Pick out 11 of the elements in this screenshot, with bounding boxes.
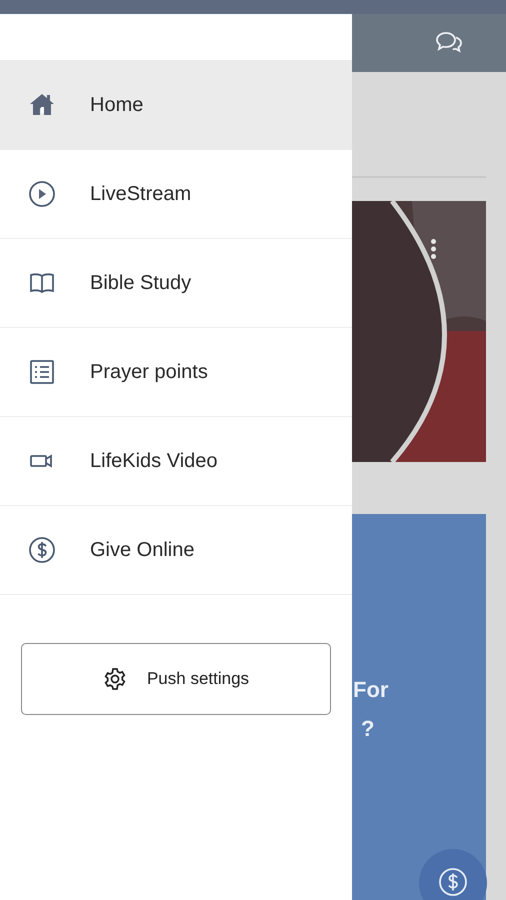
menu-item[interactable]: Home bbox=[0, 60, 352, 149]
banner-text: ? bbox=[361, 715, 376, 743]
play-icon bbox=[28, 180, 56, 208]
settings-icon bbox=[102, 667, 127, 691]
banner-text: For bbox=[353, 676, 388, 704]
push-settings-button[interactable]: Push settings bbox=[21, 643, 331, 715]
more-icon[interactable] bbox=[430, 238, 437, 260]
dollar-icon bbox=[438, 867, 468, 897]
dollar-icon bbox=[28, 536, 56, 564]
list-icon bbox=[28, 358, 56, 386]
chat-icon[interactable] bbox=[436, 31, 463, 53]
